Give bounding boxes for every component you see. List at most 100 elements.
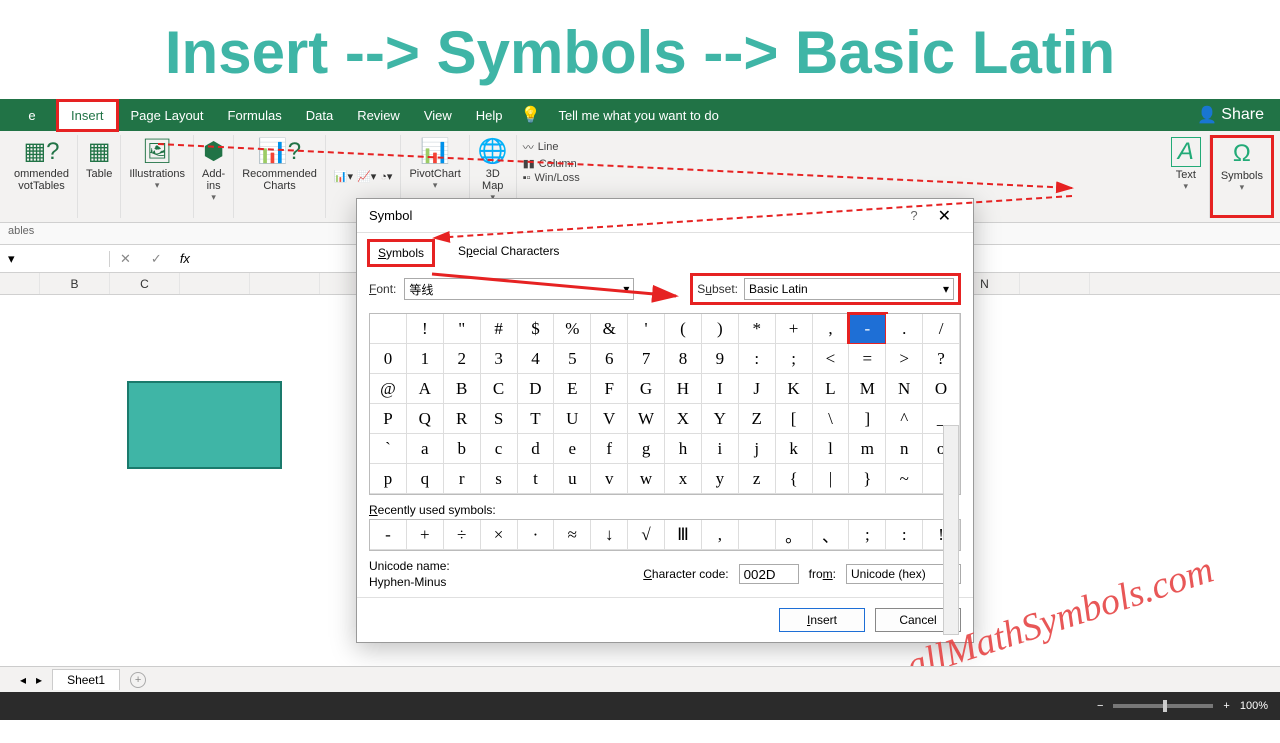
ribbon-tab-insert[interactable]: Insert: [56, 99, 119, 132]
share-button[interactable]: 👤 Share: [1197, 105, 1272, 125]
char-cell[interactable]: |: [813, 464, 850, 494]
char-cell[interactable]: j: [739, 434, 776, 464]
char-cell[interactable]: x: [665, 464, 702, 494]
char-cell[interactable]: *: [739, 314, 776, 344]
tab-special-characters[interactable]: Special Characters: [449, 239, 568, 267]
char-cell[interactable]: b: [444, 434, 481, 464]
char-cell[interactable]: S: [481, 404, 518, 434]
column-header[interactable]: [250, 273, 320, 294]
zoom-in-icon[interactable]: +: [1223, 700, 1229, 712]
ribbon-tab-home-cut[interactable]: e: [8, 102, 56, 129]
char-cell[interactable]: 3: [481, 344, 518, 374]
recent-char-cell[interactable]: 。: [776, 520, 813, 550]
symbols-button[interactable]: Ω Symbols ▾: [1210, 135, 1274, 218]
char-cell[interactable]: 6: [591, 344, 628, 374]
char-cell[interactable]: ^: [886, 404, 923, 434]
char-cell[interactable]: 7: [628, 344, 665, 374]
char-cell[interactable]: i: [702, 434, 739, 464]
char-cell[interactable]: k: [776, 434, 813, 464]
char-cell[interactable]: Y: [702, 404, 739, 434]
tell-me-search[interactable]: Tell me what you want to do: [546, 102, 730, 129]
char-cell[interactable]: r: [444, 464, 481, 494]
char-cell[interactable]: f: [591, 434, 628, 464]
char-cell[interactable]: ?: [923, 344, 960, 374]
text-button[interactable]: A Text ▾: [1163, 135, 1210, 218]
char-code-input[interactable]: [739, 564, 799, 584]
recent-char-cell[interactable]: Ⅲ: [665, 520, 702, 550]
char-cell[interactable]: =: [849, 344, 886, 374]
recent-char-cell[interactable]: :: [886, 520, 923, 550]
char-cell[interactable]: 1: [407, 344, 444, 374]
char-cell[interactable]: h: [665, 434, 702, 464]
char-cell[interactable]: u: [554, 464, 591, 494]
char-cell[interactable]: [370, 314, 407, 344]
char-cell[interactable]: ": [444, 314, 481, 344]
char-cell[interactable]: N: [886, 374, 923, 404]
char-cell[interactable]: (: [665, 314, 702, 344]
char-cell[interactable]: 0: [370, 344, 407, 374]
char-cell[interactable]: .: [886, 314, 923, 344]
char-cell[interactable]: F: [591, 374, 628, 404]
char-cell[interactable]: ]: [849, 404, 886, 434]
recent-char-cell[interactable]: -: [370, 520, 407, 550]
char-cell[interactable]: B: [444, 374, 481, 404]
recent-char-cell[interactable]: +: [407, 520, 444, 550]
char-cell[interactable]: V: [591, 404, 628, 434]
close-icon[interactable]: ✕: [928, 206, 961, 226]
column-header[interactable]: B: [40, 273, 110, 294]
line-chart-icon[interactable]: 📈▾: [357, 170, 376, 183]
tab-symbols[interactable]: Symbols: [367, 239, 435, 267]
char-cell[interactable]: g: [628, 434, 665, 464]
name-box[interactable]: ▾: [0, 251, 110, 267]
sheet-nav-next-icon[interactable]: ▸: [36, 673, 42, 687]
sheet-tab-1[interactable]: Sheet1: [52, 669, 120, 690]
char-cell[interactable]: 9: [702, 344, 739, 374]
recent-char-cell[interactable]: √: [628, 520, 665, 550]
char-cell[interactable]: q: [407, 464, 444, 494]
column-header[interactable]: [1020, 273, 1090, 294]
char-cell[interactable]: v: [591, 464, 628, 494]
char-cell[interactable]: n: [886, 434, 923, 464]
recent-char-cell[interactable]: ≈: [554, 520, 591, 550]
subset-select[interactable]: Basic Latin▾: [744, 278, 954, 300]
char-cell[interactable]: ;: [776, 344, 813, 374]
char-cell[interactable]: 4: [518, 344, 555, 374]
zoom-slider[interactable]: [1113, 704, 1213, 708]
char-cell[interactable]: ,: [813, 314, 850, 344]
char-cell[interactable]: t: [518, 464, 555, 494]
char-cell[interactable]: #: [481, 314, 518, 344]
char-cell[interactable]: y: [702, 464, 739, 494]
selected-cell-c[interactable]: [127, 381, 282, 469]
char-cell[interactable]: U: [554, 404, 591, 434]
addins-button[interactable]: ⬢ Add- ins ▾: [194, 135, 234, 218]
char-cell[interactable]: 8: [665, 344, 702, 374]
char-cell[interactable]: [: [776, 404, 813, 434]
sheet-nav-prev-icon[interactable]: ◂: [20, 673, 26, 687]
char-cell[interactable]: `: [370, 434, 407, 464]
accept-formula-icon[interactable]: ✓: [141, 251, 172, 267]
recent-char-cell[interactable]: ÷: [444, 520, 481, 550]
char-cell[interactable]: m: [849, 434, 886, 464]
char-cell[interactable]: K: [776, 374, 813, 404]
recommended-pivot-tables-button[interactable]: ▦? ommended votTables: [6, 135, 78, 218]
char-cell[interactable]: R: [444, 404, 481, 434]
fx-icon[interactable]: fx: [172, 251, 198, 266]
char-cell[interactable]: &: [591, 314, 628, 344]
char-cell[interactable]: ): [702, 314, 739, 344]
char-cell[interactable]: {: [776, 464, 813, 494]
add-sheet-button[interactable]: +: [130, 672, 146, 688]
char-cell[interactable]: I: [702, 374, 739, 404]
char-cell[interactable]: ': [628, 314, 665, 344]
char-cell[interactable]: Q: [407, 404, 444, 434]
char-cell[interactable]: +: [776, 314, 813, 344]
recent-char-cell[interactable]: ,: [702, 520, 739, 550]
column-header[interactable]: C: [110, 273, 180, 294]
recommended-charts-button[interactable]: 📊? Recommended Charts: [234, 135, 326, 218]
char-cell[interactable]: O: [923, 374, 960, 404]
recent-char-cell[interactable]: ·: [518, 520, 555, 550]
ribbon-tab-data[interactable]: Data: [294, 102, 345, 129]
ribbon-tab-view[interactable]: View: [412, 102, 464, 129]
recent-char-cell[interactable]: ↓: [591, 520, 628, 550]
char-cell[interactable]: G: [628, 374, 665, 404]
char-cell[interactable]: @: [370, 374, 407, 404]
